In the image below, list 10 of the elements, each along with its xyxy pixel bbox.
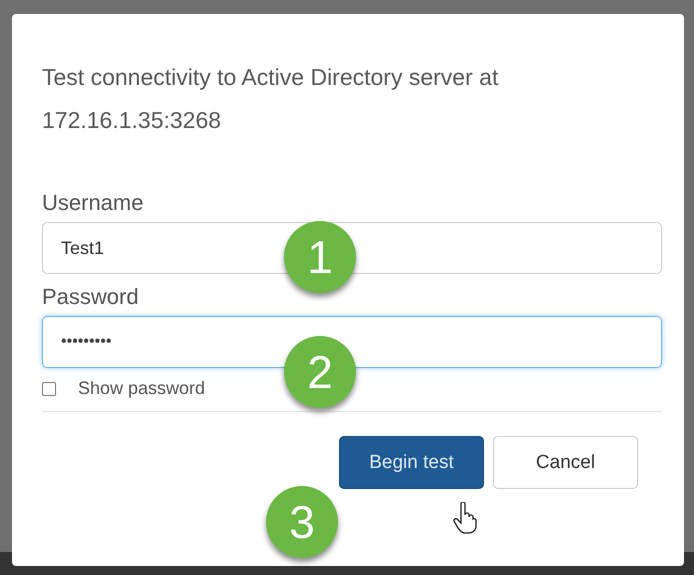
step-number-badge: 3 <box>266 486 338 558</box>
dialog-message: Test connectivity to Active Directory server at 172.16.1.35:3268 <box>42 63 500 135</box>
field-label: Username <box>42 190 144 216</box>
dialog-button[interactable]: Begin test <box>339 436 484 489</box>
checkbox-label: Show password <box>78 378 206 399</box>
hand-cursor-icon <box>453 502 477 534</box>
checkbox[interactable] <box>42 382 56 396</box>
field-label: Password <box>42 284 139 310</box>
step-number-badge: 1 <box>284 221 356 293</box>
dialog-button[interactable]: Cancel <box>493 436 638 489</box>
